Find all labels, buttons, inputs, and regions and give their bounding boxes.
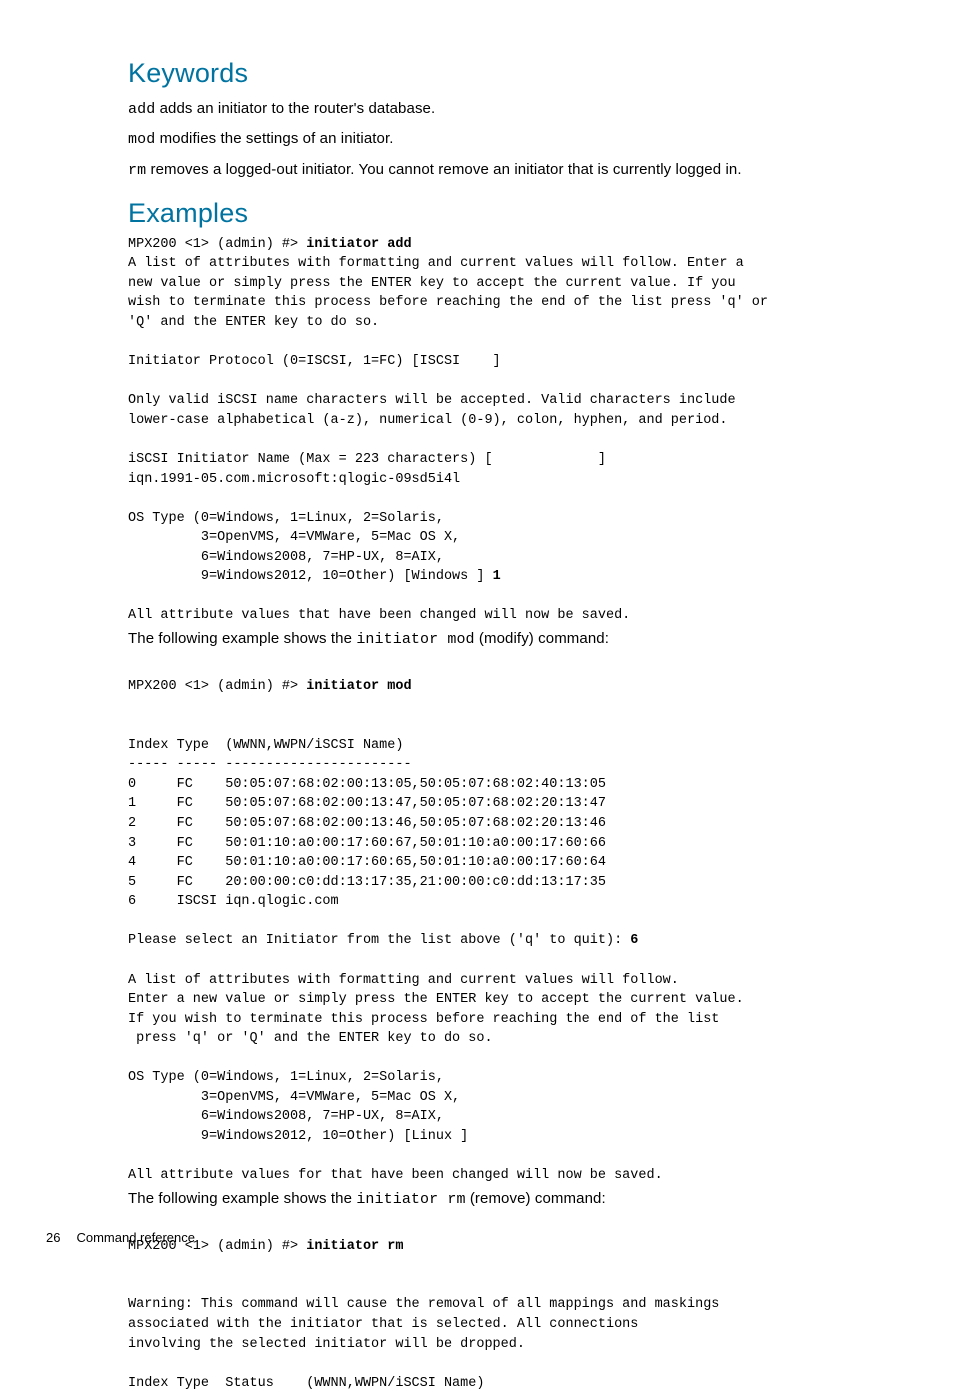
line-rm-cmd: initiator rm	[356, 1191, 465, 1208]
example-add-trailer: All attribute values that have been chan…	[128, 608, 630, 623]
example-rm-command: initiator rm	[306, 1239, 403, 1254]
example-add-block: MPX200 <1> (admin) #> initiator add A li…	[128, 235, 886, 626]
keyword-mod: mod	[128, 131, 155, 148]
keywords-heading: Keywords	[128, 58, 886, 89]
example-mod-prompt: MPX200 <1> (admin) #>	[128, 679, 306, 694]
keyword-mod-line: mod modifies the settings of an initiato…	[128, 127, 886, 151]
example-mod-command: initiator mod	[306, 679, 411, 694]
line-rm-post: (remove) command:	[466, 1190, 606, 1207]
example-add-input: 1	[493, 569, 501, 584]
example-mod-input: 6	[630, 933, 638, 948]
examples-heading: Examples	[128, 198, 886, 229]
line-mod-intro: The following example shows the initiato…	[128, 628, 886, 652]
page-footer: 26 Command reference	[46, 1230, 195, 1245]
line-rm-intro: The following example shows the initiato…	[128, 1188, 886, 1212]
example-add-command: initiator add	[306, 237, 411, 252]
footer-title: Command reference	[76, 1230, 195, 1245]
keyword-add-desc: adds an initiator to the router's databa…	[155, 100, 435, 117]
line-rm-pre: The following example shows the	[128, 1190, 356, 1207]
line-mod-post: (modify) command:	[475, 630, 609, 647]
example-mod-block: MPX200 <1> (admin) #> initiator mod Inde…	[128, 658, 886, 1186]
keyword-add: add	[128, 101, 155, 118]
page-number: 26	[46, 1230, 60, 1245]
keyword-rm-desc: removes a logged-out initiator. You cann…	[146, 161, 741, 178]
keyword-rm-line: rm removes a logged-out initiator. You c…	[128, 158, 886, 182]
example-mod-trailer: A list of attributes with formatting and…	[128, 973, 744, 1184]
example-mod-body: Index Type (WWNN,WWPN/iSCSI Name) ----- …	[128, 738, 630, 949]
line-mod-cmd: initiator mod	[356, 631, 474, 648]
line-mod-pre: The following example shows the	[128, 630, 356, 647]
example-rm-body: Warning: This command will cause the rem…	[128, 1297, 719, 1390]
keyword-mod-desc: modifies the settings of an initiator.	[155, 130, 393, 147]
example-rm-block: MPX200 <1> (admin) #> initiator rm Warni…	[128, 1217, 886, 1393]
example-add-prompt: MPX200 <1> (admin) #>	[128, 237, 306, 252]
keyword-rm: rm	[128, 162, 146, 179]
example-add-body: A list of attributes with formatting and…	[128, 256, 768, 584]
keyword-add-line: add adds an initiator to the router's da…	[128, 97, 886, 121]
